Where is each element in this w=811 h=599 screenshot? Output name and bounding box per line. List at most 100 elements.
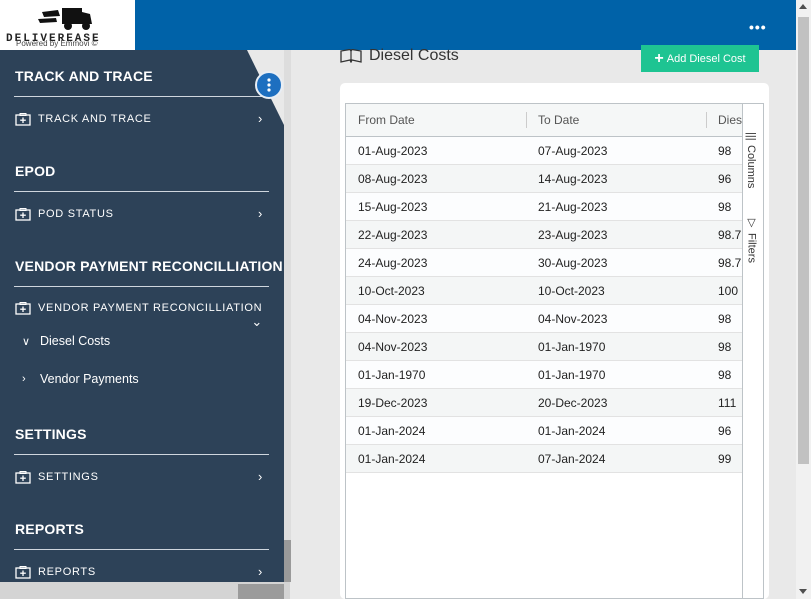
add-folder-icon — [15, 112, 31, 126]
table-cell: 01-Jan-2024 — [358, 452, 426, 466]
table-row[interactable]: 19-Dec-2023 20-Dec-2023 111 — [346, 389, 742, 417]
table-cell: 98 — [718, 200, 732, 214]
sidebar-item-label: REPORTS — [38, 566, 96, 578]
table-cell: 14-Aug-2023 — [538, 172, 608, 186]
table-cell: 19-Dec-2023 — [358, 396, 428, 410]
vertical-dots-icon — [267, 78, 271, 92]
sidebar-item-vendor-payment[interactable]: VENDOR PAYMENT RECONCILLIATION ⌄ — [15, 297, 270, 329]
table-cell: 98 — [718, 144, 732, 158]
sidebar-item-settings[interactable]: SETTINGS › — [15, 466, 270, 488]
sidebar-item-pod-status[interactable]: POD STATUS › — [15, 203, 270, 225]
chevron-down-icon: ⌄ — [251, 314, 263, 329]
table-row[interactable]: 04-Nov-2023 01-Jan-1970 98 — [346, 333, 742, 361]
filters-tab[interactable]: ▽ Filters — [745, 216, 758, 263]
table-cell: 10-Oct-2023 — [538, 284, 605, 298]
sidebar-subitem-label: Diesel Costs — [40, 334, 111, 348]
sidebar-item-label: VENDOR PAYMENT RECONCILLIATION — [38, 302, 263, 314]
table-row[interactable]: 01-Aug-2023 07-Aug-2023 98 — [346, 137, 742, 165]
filters-tab-label: Filters — [745, 233, 758, 263]
sidebar-heading-settings: SETTINGS — [15, 426, 87, 442]
logo[interactable]: DELIVEREASE Powered by Emmovi © — [0, 0, 135, 50]
add-diesel-cost-button[interactable]: + Add Diesel Cost — [641, 45, 759, 72]
data-grid: From Date To Date Diesel 01-Aug-2023 07-A… — [345, 103, 764, 599]
sidebar-subitem-label: Vendor Payments — [40, 372, 139, 386]
divider — [14, 96, 269, 97]
column-header-diesel[interactable]: Diesel — [706, 104, 743, 137]
sidebar-item-label: TRACK AND TRACE — [38, 113, 152, 125]
sidebar-subitem-vendor-payments[interactable]: › Vendor Payments — [22, 372, 139, 386]
divider — [14, 454, 269, 455]
more-options-button[interactable]: ••• — [749, 19, 767, 35]
page-title-text: Diesel Costs — [369, 47, 459, 64]
table-cell: 22-Aug-2023 — [358, 228, 428, 242]
sidebar-heading-epod: EPOD — [15, 163, 56, 179]
table-cell: 10-Oct-2023 — [358, 284, 425, 298]
table-row[interactable]: 10-Oct-2023 10-Oct-2023 100 — [346, 277, 742, 305]
columns-icon: ||| — [745, 132, 757, 141]
table-row[interactable]: 22-Aug-2023 23-Aug-2023 98.76 — [346, 221, 742, 249]
filter-icon: ▽ — [745, 216, 757, 229]
chevron-right-icon: › — [257, 111, 263, 126]
page-scrollbar-thumb[interactable] — [798, 17, 809, 464]
table-cell: 15-Aug-2023 — [358, 200, 428, 214]
truck-logo-icon — [38, 8, 92, 30]
chevron-right-icon: › — [257, 469, 263, 484]
table-cell: 21-Aug-2023 — [538, 200, 608, 214]
table-row[interactable]: 01-Jan-2024 01-Jan-2024 96 — [346, 417, 742, 445]
sidebar-item-track-and-trace[interactable]: TRACK AND TRACE › — [15, 108, 270, 130]
columns-tab[interactable]: ||| Columns — [745, 132, 757, 188]
table-cell: 01-Jan-1970 — [358, 368, 426, 382]
table-cell: 08-Aug-2023 — [358, 172, 428, 186]
sidebar-heading-vendor-payment: VENDOR PAYMENT RECONCILLIATION — [15, 258, 283, 274]
table-cell: 04-Nov-2023 — [538, 312, 608, 326]
table-cell: 98 — [718, 340, 732, 354]
table-cell: 98.76 — [718, 228, 742, 242]
ellipsis-icon: ••• — [749, 19, 767, 35]
column-header-to-date[interactable]: To Date — [526, 104, 706, 137]
divider — [14, 286, 269, 287]
horizontal-scrollbar-thumb[interactable] — [238, 584, 284, 599]
add-folder-icon — [15, 301, 31, 315]
sidebar-item-label: SETTINGS — [38, 471, 99, 483]
table-cell: 30-Aug-2023 — [538, 256, 608, 270]
add-folder-icon — [15, 565, 31, 579]
scroll-up-arrow-icon[interactable] — [799, 4, 807, 9]
chevron-down-icon: ∨ — [22, 335, 31, 348]
table-row[interactable]: 01-Jan-1970 01-Jan-1970 98 — [346, 361, 742, 389]
grid-header: From Date To Date Diesel — [346, 104, 744, 137]
plus-icon: + — [654, 49, 664, 67]
sidebar-subitem-diesel-costs[interactable]: ∨ Diesel Costs — [22, 334, 110, 348]
sidebar-item-label: POD STATUS — [38, 208, 114, 220]
table-row[interactable]: 24-Aug-2023 30-Aug-2023 98.75 — [346, 249, 742, 277]
table-row[interactable]: 15-Aug-2023 21-Aug-2023 98 — [346, 193, 742, 221]
table-row[interactable]: 01-Jan-2024 07-Jan-2024 99 — [346, 445, 742, 473]
table-cell: 96 — [718, 172, 732, 186]
sidebar-scrollbar[interactable] — [284, 50, 291, 582]
table-row[interactable]: 04-Nov-2023 04-Nov-2023 98 — [346, 305, 742, 333]
sidebar-item-reports[interactable]: REPORTS › — [15, 561, 270, 582]
table-cell: 01-Jan-2024 — [538, 424, 606, 438]
table-cell: 04-Nov-2023 — [358, 312, 428, 326]
table-cell: 98 — [718, 312, 732, 326]
sidebar-toggle-button[interactable] — [255, 71, 283, 99]
table-cell: 96 — [718, 424, 732, 438]
table-cell: 99 — [718, 452, 732, 466]
table-cell: 98.75 — [718, 256, 742, 270]
chevron-right-icon: › — [22, 373, 26, 385]
sidebar-heading-reports: REPORTS — [15, 521, 85, 537]
table-cell: 01-Jan-1970 — [538, 368, 606, 382]
table-cell: 04-Nov-2023 — [358, 340, 428, 354]
table-row[interactable]: 08-Aug-2023 14-Aug-2023 96 — [346, 165, 742, 193]
grid-side-panel: ||| Columns ▽ Filters — [742, 104, 763, 598]
table-cell: 23-Aug-2023 — [538, 228, 608, 242]
add-folder-icon — [15, 470, 31, 484]
column-header-from-date[interactable]: From Date — [346, 104, 526, 137]
scroll-down-arrow-icon[interactable] — [799, 589, 807, 594]
table-cell: 07-Aug-2023 — [538, 144, 608, 158]
sidebar-scrollbar-thumb[interactable] — [284, 540, 291, 582]
table-cell: 01-Jan-1970 — [538, 340, 606, 354]
logo-subtitle: Powered by Emmovi © — [16, 39, 98, 48]
table-cell: 07-Jan-2024 — [538, 452, 606, 466]
table-cell: 24-Aug-2023 — [358, 256, 428, 270]
add-button-label: Add Diesel Cost — [666, 52, 746, 65]
